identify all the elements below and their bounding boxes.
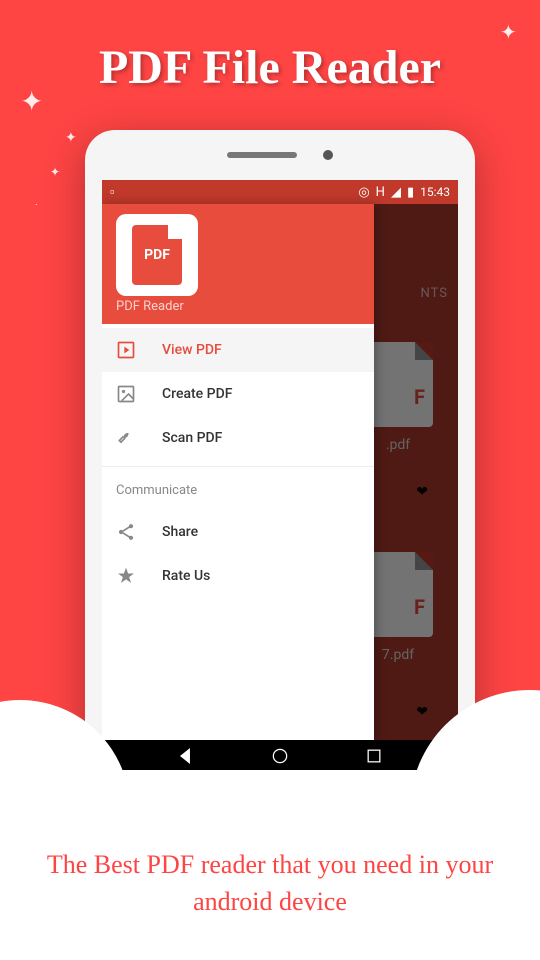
star-icon xyxy=(116,566,136,586)
section-heading: Communicate xyxy=(102,469,374,506)
drawer-item-label: View PDF xyxy=(162,342,222,358)
clock: 15:43 xyxy=(420,185,450,199)
wrench-icon xyxy=(116,428,136,448)
promo-tagline: The Best PDF reader that you need in you… xyxy=(30,847,510,920)
media-icon: ▫ xyxy=(110,184,115,200)
phone-frame: ▫ ◎ H ◢ ▮ 15:43 NTS .pdf ❤ 7.pdf ❤ xyxy=(85,130,475,790)
phone-hardware-top xyxy=(85,130,475,180)
divider xyxy=(102,466,374,467)
drawer-header: PDF PDF Reader xyxy=(102,204,374,324)
status-bar: ▫ ◎ H ◢ ▮ 15:43 xyxy=(102,180,458,204)
drawer-item-view-pdf[interactable]: View PDF xyxy=(102,328,374,372)
drawer-item-share[interactable]: Share xyxy=(102,510,374,554)
drawer-app-name: PDF Reader xyxy=(116,299,360,314)
home-button[interactable] xyxy=(270,746,290,770)
drawer-item-label: Scan PDF xyxy=(162,430,222,446)
drawer-item-scan-pdf[interactable]: Scan PDF xyxy=(102,416,374,460)
image-icon xyxy=(116,384,136,404)
drawer-item-label: Rate Us xyxy=(162,568,210,584)
signal-icon: ◢ xyxy=(391,185,401,200)
phone-screen: ▫ ◎ H ◢ ▮ 15:43 NTS .pdf ❤ 7.pdf ❤ xyxy=(102,180,458,740)
recents-button[interactable] xyxy=(364,746,384,770)
back-button[interactable] xyxy=(176,746,196,770)
signal-type: H xyxy=(376,185,385,200)
hotspot-icon: ◎ xyxy=(358,185,369,200)
navigation-drawer: PDF PDF Reader View PDF Create PDF xyxy=(102,204,374,740)
drawer-item-rate[interactable]: Rate Us xyxy=(102,554,374,598)
drawer-item-create-pdf[interactable]: Create PDF xyxy=(102,372,374,416)
play-square-icon xyxy=(116,340,136,360)
promo-heading: PDF File Reader xyxy=(0,40,540,95)
drawer-item-label: Create PDF xyxy=(162,386,232,402)
battery-icon: ▮ xyxy=(407,185,414,200)
app-logo: PDF xyxy=(116,214,198,296)
drawer-item-label: Share xyxy=(162,524,198,540)
share-icon xyxy=(116,522,136,542)
